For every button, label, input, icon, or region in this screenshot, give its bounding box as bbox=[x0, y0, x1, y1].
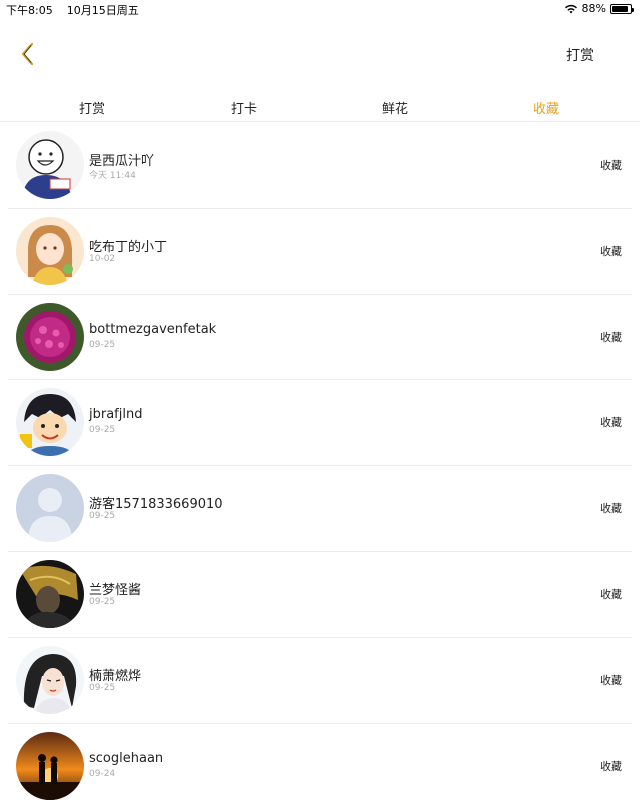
status-indicators: 88% bbox=[564, 2, 634, 15]
favorite-label: 收藏 bbox=[600, 502, 622, 516]
battery-percent: 88% bbox=[581, 2, 606, 15]
user-name: 兰梦怪酱 bbox=[89, 582, 142, 598]
avatar bbox=[16, 131, 84, 199]
battery-level bbox=[612, 5, 628, 12]
timestamp: 09-25 bbox=[89, 682, 116, 693]
user-name: 是西瓜汁吖 bbox=[89, 154, 155, 169]
list-item[interactable]: scoglehaan 09-24 收藏 bbox=[8, 724, 632, 805]
list-item[interactable]: 吃布丁的小丁 10-02 收藏 bbox=[8, 209, 632, 295]
timestamp: 09-25 bbox=[89, 511, 116, 522]
favorite-label: 收藏 bbox=[600, 673, 622, 687]
back-button[interactable] bbox=[14, 40, 42, 68]
list-item[interactable]: 楠萧燃烨 09-25 收藏 bbox=[8, 638, 632, 724]
timestamp: 今天 11:44 bbox=[89, 171, 136, 181]
timestamp: 09-25 bbox=[89, 425, 116, 436]
list-item[interactable]: jbrafjlnd 09-25 收藏 bbox=[8, 380, 632, 467]
timestamp: 09-24 bbox=[89, 768, 116, 779]
tab-bar: 打赏 打卡 鲜花 收藏 bbox=[0, 90, 640, 122]
timestamp: 10-02 bbox=[89, 253, 116, 264]
avatar bbox=[16, 731, 84, 800]
user-name: jbrafjlnd bbox=[89, 407, 143, 423]
battery-icon bbox=[610, 3, 634, 14]
user-name: 吃布丁的小丁 bbox=[89, 239, 168, 255]
tip-button[interactable]: 打赏 bbox=[566, 45, 594, 65]
tab-checkin[interactable]: 打卡 bbox=[184, 98, 304, 117]
avatar bbox=[16, 216, 84, 285]
avatar bbox=[16, 559, 84, 628]
avatar bbox=[16, 474, 84, 543]
user-name: bottmezgavenfetak bbox=[89, 321, 217, 337]
favorite-label: 收藏 bbox=[600, 416, 622, 430]
chevron-left-icon bbox=[21, 42, 34, 66]
favorite-label: 收藏 bbox=[600, 759, 622, 773]
wifi-icon bbox=[564, 4, 577, 13]
user-name: 游客1571833669010 bbox=[89, 497, 223, 513]
favorite-label: 收藏 bbox=[600, 330, 622, 344]
favorite-label: 收藏 bbox=[600, 159, 622, 172]
timestamp: 09-25 bbox=[89, 596, 116, 607]
list-item[interactable]: 兰梦怪酱 09-25 收藏 bbox=[8, 552, 632, 638]
favorites-list: 是西瓜汁吖 今天 11:44 收藏 吃布丁的小丁 10-02 收藏 bottme… bbox=[0, 123, 640, 805]
user-name: scoglehaan bbox=[89, 750, 164, 766]
status-bar: 下午8:05 10月15日周五 88% bbox=[0, 0, 640, 18]
status-time: 下午8:05 bbox=[6, 4, 53, 17]
nav-bar: 打赏 bbox=[0, 26, 640, 82]
list-item[interactable]: 游客1571833669010 09-25 收藏 bbox=[8, 466, 632, 552]
favorite-label: 收藏 bbox=[600, 587, 622, 601]
tab-tip[interactable]: 打赏 bbox=[32, 98, 152, 117]
status-time-date: 下午8:05 10月15日周五 bbox=[6, 2, 139, 18]
list-item[interactable]: bottmezgavenfetak 09-25 收藏 bbox=[8, 295, 632, 381]
avatar bbox=[16, 645, 84, 714]
list-item[interactable]: 是西瓜汁吖 今天 11:44 收藏 bbox=[8, 123, 632, 209]
tab-favorites[interactable]: 收藏 bbox=[486, 98, 606, 117]
status-date: 10月15日周五 bbox=[66, 4, 139, 17]
tab-flowers[interactable]: 鲜花 bbox=[335, 98, 455, 117]
avatar bbox=[16, 302, 84, 371]
user-name: 楠萧燃烨 bbox=[89, 668, 142, 684]
timestamp: 09-25 bbox=[89, 339, 116, 350]
favorite-label: 收藏 bbox=[600, 244, 622, 258]
avatar bbox=[16, 388, 84, 457]
